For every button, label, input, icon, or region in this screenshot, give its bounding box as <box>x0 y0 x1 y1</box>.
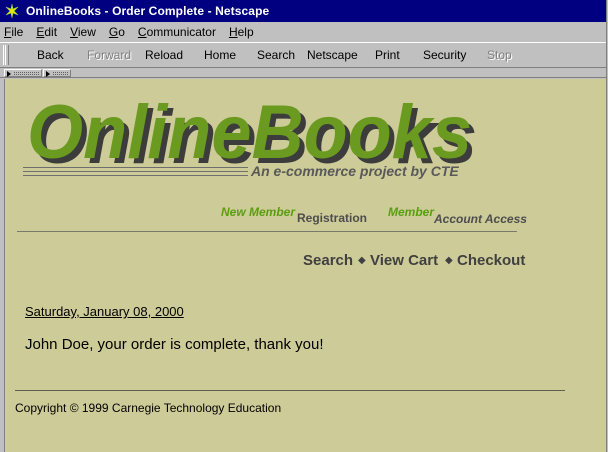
menu-communicator[interactable]: Communicator <box>138 25 216 39</box>
copyright-notice: Copyright © 1999 Carnegie Technology Edu… <box>15 401 282 415</box>
logo-tagline: An e-commerce project by CTE <box>251 163 459 179</box>
menu-file[interactable]: File <box>4 25 23 39</box>
home-button[interactable]: Home <box>204 48 236 62</box>
toolbar-grip[interactable] <box>3 45 9 65</box>
back-button[interactable]: Back <box>37 48 64 62</box>
netscape-icon <box>4 3 20 19</box>
search-button[interactable]: Search <box>257 48 295 62</box>
menu-edit[interactable]: Edit <box>36 25 57 39</box>
expand-arrow-icon <box>7 71 11 77</box>
expand-arrow-icon <box>46 71 50 77</box>
print-button[interactable]: Print <box>375 48 400 62</box>
netscape-button[interactable]: Netscape <box>307 48 358 62</box>
collapsed-personal-bar-tab[interactable] <box>43 69 71 77</box>
stop-button[interactable]: Stop <box>487 48 512 62</box>
title-bar[interactable]: OnlineBooks - Order Complete - Netscape <box>0 0 608 22</box>
menu-view[interactable]: View <box>70 25 96 39</box>
logo-decorative-lines <box>23 167 248 179</box>
menu-bar: File Edit View Go Communicator Help <box>0 22 608 42</box>
navigation-toolbar: Back Forward Reload Home Search Netscape… <box>0 42 608 68</box>
forward-button[interactable]: Forward <box>87 48 131 62</box>
member-link[interactable]: Member <box>388 205 434 219</box>
page-content: OnlineBooks OnlineBooks An e-commerce pr… <box>4 79 608 452</box>
nav-separator: ◆ <box>445 255 453 266</box>
nav-divider <box>17 231 517 232</box>
reload-button[interactable]: Reload <box>145 48 183 62</box>
nav-separator: ◆ <box>358 255 366 266</box>
security-button[interactable]: Security <box>423 48 466 62</box>
footer-divider <box>15 390 565 391</box>
nav-checkout-link[interactable]: Checkout <box>457 252 525 269</box>
collapsed-toolbars <box>0 68 608 78</box>
registration-link[interactable]: Registration <box>297 211 367 225</box>
nav-view-cart-link[interactable]: View Cart <box>370 252 438 269</box>
menu-help[interactable]: Help <box>229 25 254 39</box>
nav-search-link[interactable]: Search <box>303 252 353 269</box>
account-access-link[interactable]: Account Access <box>434 212 527 226</box>
menu-go[interactable]: Go <box>109 25 125 39</box>
new-member-link[interactable]: New Member <box>221 205 295 219</box>
window-title: OnlineBooks - Order Complete - Netscape <box>26 4 270 18</box>
order-complete-message: John Doe, your order is complete, thank … <box>25 336 324 353</box>
order-date: Saturday, January 08, 2000 <box>25 304 184 319</box>
collapsed-location-bar-tab[interactable] <box>4 69 42 77</box>
